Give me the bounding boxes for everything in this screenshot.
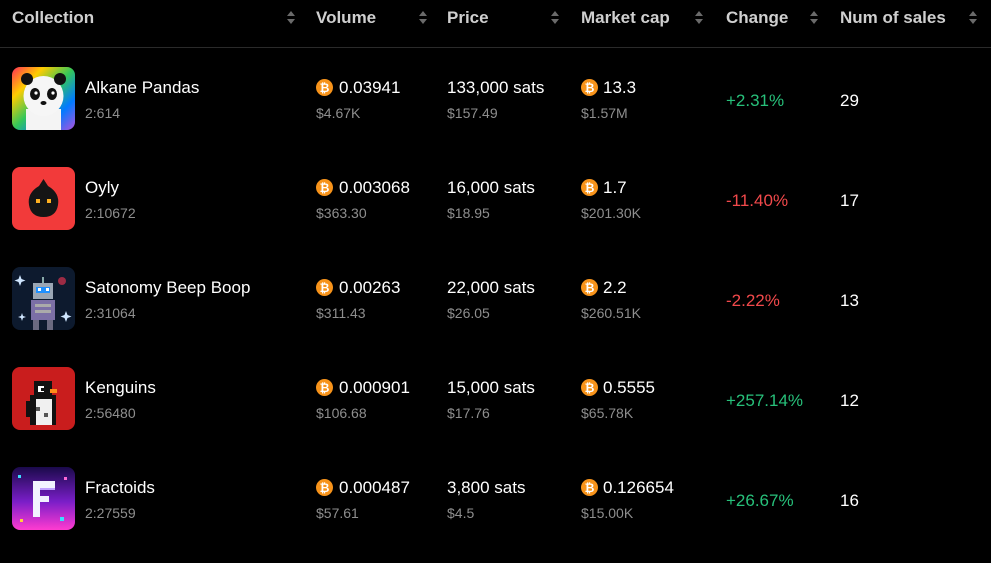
change-value: +26.67%: [726, 491, 794, 510]
price-usd: $26.05: [447, 305, 490, 321]
market-cap-usd: $15.00K: [581, 505, 634, 521]
price-sats: 3,800 sats: [447, 478, 526, 497]
bitcoin-icon: ₿: [316, 379, 333, 396]
column-header-collection[interactable]: Collection: [12, 0, 94, 36]
volume-btc: 0.00263: [339, 278, 401, 297]
bitcoin-icon: ₿: [316, 479, 333, 496]
sort-arrows-icon[interactable]: [418, 9, 428, 27]
market-cap-btc: 0.5555: [603, 378, 655, 397]
column-header-change[interactable]: Change: [726, 0, 788, 36]
penguin-icon[interactable]: [12, 367, 75, 430]
table-row[interactable]: Fractoids 2:27559 ₿ 0.000487 $57.61 3,80…: [0, 449, 991, 549]
collection-name[interactable]: Kenguins: [85, 378, 156, 398]
num-sales: 29: [840, 91, 859, 110]
market-cap-usd: $260.51K: [581, 305, 641, 321]
sort-arrows-icon[interactable]: [694, 9, 704, 27]
volume-usd: $106.68: [316, 405, 367, 421]
robot-icon[interactable]: [12, 267, 75, 330]
oil-drop-icon[interactable]: [12, 167, 75, 230]
column-header-volume[interactable]: Volume: [316, 0, 376, 36]
bitcoin-icon: ₿: [581, 279, 598, 296]
price-sats: 133,000 sats: [447, 78, 545, 97]
bitcoin-icon: ₿: [581, 79, 598, 96]
bitcoin-icon: ₿: [581, 479, 598, 496]
collection-id: 2:10672: [85, 205, 136, 221]
volume-btc: 0.000901: [339, 378, 410, 397]
price-usd: $157.49: [447, 105, 498, 121]
change-value: -2.22%: [726, 291, 780, 310]
num-sales: 12: [840, 391, 859, 410]
change-value: +2.31%: [726, 91, 785, 110]
market-cap-usd: $1.57M: [581, 105, 628, 121]
change-value: +257.14%: [726, 391, 804, 410]
collection-name[interactable]: Alkane Pandas: [85, 78, 199, 98]
volume-usd: $311.43: [316, 305, 366, 321]
bitcoin-icon: ₿: [316, 79, 333, 96]
collection-id: 2:614: [85, 105, 121, 121]
num-sales: 16: [840, 491, 859, 510]
price-usd: $4.5: [447, 505, 475, 521]
change-value: -11.40%: [726, 191, 789, 210]
collection-id: 2:31064: [85, 305, 136, 321]
volume-btc: 0.000487: [339, 478, 410, 497]
bitcoin-icon: ₿: [316, 179, 333, 196]
sort-arrows-icon[interactable]: [286, 9, 296, 27]
num-sales: 17: [840, 191, 859, 210]
letter-f-icon[interactable]: [12, 467, 75, 530]
table-header: Collection Volume Price Market cap Chang…: [0, 0, 991, 48]
market-cap-btc: 0.126654: [603, 478, 674, 497]
volume-usd: $363.30: [316, 205, 367, 221]
market-cap-usd: $201.30K: [581, 205, 641, 221]
num-sales: 13: [840, 291, 859, 310]
price-sats: 22,000 sats: [447, 278, 535, 297]
volume-usd: $57.61: [316, 505, 359, 521]
collection-name[interactable]: Fractoids: [85, 478, 155, 498]
sort-arrows-icon[interactable]: [968, 9, 978, 27]
market-cap-btc: 1.7: [603, 178, 627, 197]
volume-usd: $4.67K: [316, 105, 361, 121]
market-cap-btc: 2.2: [603, 278, 627, 297]
sort-arrows-icon[interactable]: [550, 9, 560, 27]
table-row[interactable]: Kenguins 2:56480 ₿ 0.000901 $106.68 15,0…: [0, 349, 991, 449]
price-sats: 15,000 sats: [447, 378, 535, 397]
table-row[interactable]: Satonomy Beep Boop 2:31064 ₿ 0.00263 $31…: [0, 249, 991, 349]
table-row[interactable]: Alkane Pandas 2:614 ₿ 0.03941 $4.67K 133…: [0, 49, 991, 149]
market-cap-usd: $65.78K: [581, 405, 634, 421]
price-usd: $17.76: [447, 405, 490, 421]
collection-id: 2:27559: [85, 505, 136, 521]
panda-icon[interactable]: [12, 67, 75, 130]
column-header-num-sales[interactable]: Num of sales: [840, 0, 946, 36]
volume-btc: 0.03941: [339, 78, 401, 97]
bitcoin-icon: ₿: [316, 279, 333, 296]
volume-btc: 0.003068: [339, 178, 410, 197]
column-header-price[interactable]: Price: [447, 0, 489, 36]
bitcoin-icon: ₿: [581, 379, 598, 396]
market-cap-btc: 13.3: [603, 78, 637, 97]
price-usd: $18.95: [447, 205, 490, 221]
sort-arrows-icon[interactable]: [809, 9, 819, 27]
collection-name[interactable]: Oyly: [85, 178, 119, 198]
column-header-market-cap[interactable]: Market cap: [581, 0, 670, 36]
collection-name[interactable]: Satonomy Beep Boop: [85, 278, 250, 298]
bitcoin-icon: ₿: [581, 179, 598, 196]
collection-id: 2:56480: [85, 405, 136, 421]
table-row[interactable]: Oyly 2:10672 ₿ 0.003068 $363.30 16,000 s…: [0, 149, 991, 249]
price-sats: 16,000 sats: [447, 178, 535, 197]
